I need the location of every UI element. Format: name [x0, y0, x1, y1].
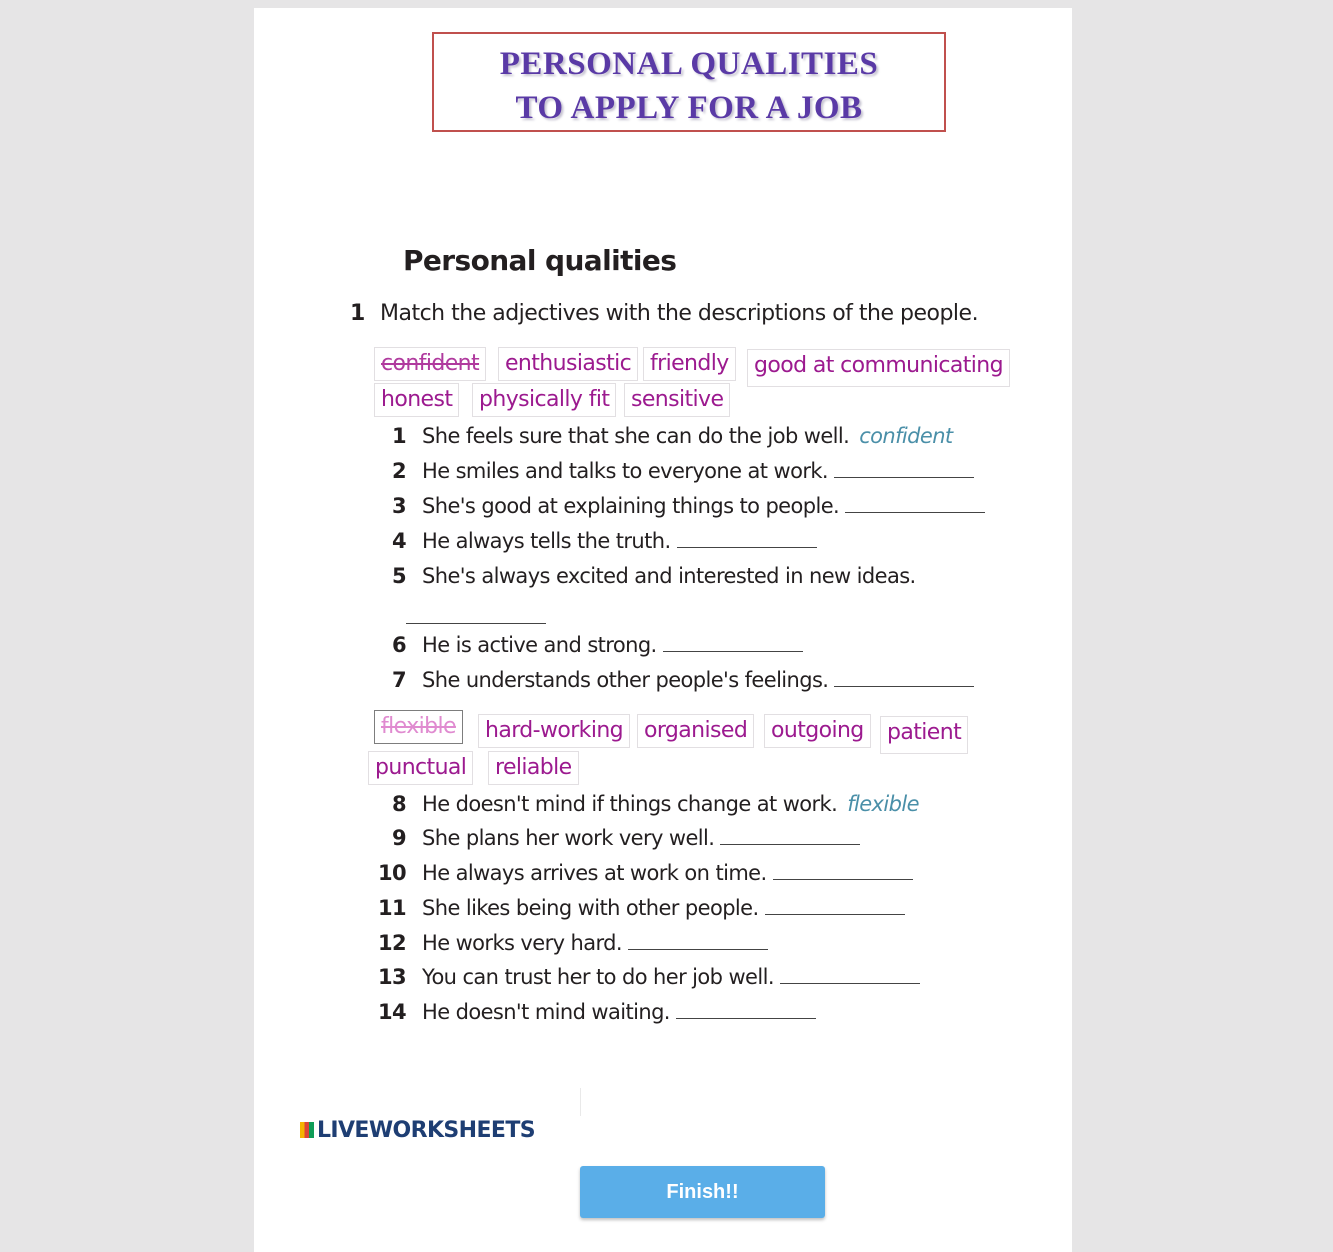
list-item: 1 She feels sure that she can do the job …: [370, 424, 953, 454]
item-text: He doesn't mind if things change at work…: [422, 792, 838, 816]
item-text: He is active and strong.: [422, 633, 657, 657]
list-item: 3 She's good at explaining things to peop…: [370, 494, 986, 524]
answer-blank[interactable]: [406, 622, 546, 624]
instruction-number: 1: [350, 301, 365, 326]
logo-icon: [300, 1122, 314, 1138]
answer-blank[interactable]: [834, 685, 975, 687]
word-chip[interactable]: reliable: [488, 751, 579, 785]
section-heading: Personal qualities: [403, 244, 677, 277]
item-text: She plans her work very well.: [422, 826, 715, 850]
list-item: 13 You can trust her to do her job well.: [370, 965, 920, 995]
word-chip[interactable]: physically fit: [472, 383, 617, 417]
list-item: 2 He smiles and talks to everyone at work…: [370, 459, 974, 489]
item-text: He doesn't mind waiting.: [422, 1000, 670, 1024]
item-number: 8: [391, 792, 407, 816]
item-number: 2: [391, 459, 407, 483]
item-text: He works very hard.: [422, 931, 623, 955]
logo-text: LIVEWORKSHEETS: [317, 1118, 536, 1143]
item-text: He always tells the truth.: [422, 529, 671, 553]
item-number: 9: [391, 826, 407, 850]
title-line-1: PERSONAL QUALITIES: [499, 46, 879, 82]
list-item: 14 He doesn't mind waiting.: [370, 1000, 816, 1030]
divider: [580, 1088, 581, 1116]
list-item: 4 He always tells the truth.: [370, 529, 817, 559]
item-number: 13: [377, 965, 407, 989]
item-number: 10: [377, 861, 407, 885]
item-text: She's good at explaining things to peopl…: [422, 494, 840, 518]
answer-blank[interactable]: [772, 878, 913, 880]
item-number: 11: [377, 896, 407, 920]
item-number: 7: [391, 668, 407, 692]
item-number: 14: [377, 1000, 407, 1024]
list-item: 11 She likes being with other people.: [370, 896, 905, 926]
item-number: 5: [391, 564, 407, 588]
item-answer: flexible: [847, 792, 919, 816]
item-number: 3: [391, 494, 407, 518]
word-chip[interactable]: confident: [374, 347, 487, 381]
answer-blank[interactable]: [675, 1017, 816, 1019]
title-box: PERSONAL QUALITIES TO APPLY FOR A JOB: [432, 32, 946, 132]
word-chip[interactable]: hard-working: [478, 714, 631, 748]
answer-blank[interactable]: [720, 843, 861, 845]
item-number: 4: [391, 529, 407, 553]
list-item: 9 She plans her work very well.: [370, 826, 861, 856]
item-text: You can trust her to do her job well.: [422, 965, 775, 989]
word-chip[interactable]: outgoing: [764, 714, 871, 748]
word-chip[interactable]: punctual: [368, 751, 474, 785]
word-chip[interactable]: good at communicating: [747, 349, 1010, 387]
item-text: She understands other people's feelings.: [422, 668, 829, 692]
answer-blank[interactable]: [834, 476, 974, 478]
list-item: 12 He works very hard.: [370, 931, 768, 961]
item-number: 1: [391, 424, 407, 448]
word-chip[interactable]: flexible: [374, 710, 463, 744]
word-chip[interactable]: honest: [374, 383, 460, 417]
word-chip[interactable]: sensitive: [624, 383, 731, 417]
worksheet-page: PERSONAL QUALITIES TO APPLY FOR A JOB Pe…: [254, 8, 1072, 1252]
item-text: She's always excited and interested in n…: [422, 564, 916, 588]
word-chip[interactable]: patient: [880, 716, 969, 754]
answer-blank[interactable]: [779, 982, 920, 984]
title-line-2: TO APPLY FOR A JOB: [515, 90, 863, 126]
item-text: She feels sure that she can do the job w…: [422, 424, 850, 448]
list-item: 10 He always arrives at work on time.: [370, 861, 913, 891]
answer-blank[interactable]: [627, 948, 768, 950]
list-item: 5 She's always excited and interested in …: [370, 564, 916, 594]
list-item: 8 He doesn't mind if things change at wor…: [370, 792, 920, 822]
instruction: 1 Match the adjectives with the descripti…: [350, 301, 979, 326]
answer-blank[interactable]: [662, 650, 803, 652]
finish-button[interactable]: Finish!!: [580, 1166, 825, 1218]
item-text: He always arrives at work on time.: [422, 861, 767, 885]
word-chip[interactable]: friendly: [643, 347, 736, 381]
answer-blank[interactable]: [845, 511, 986, 513]
instruction-text: Match the adjectives with the descriptio…: [380, 301, 979, 326]
item-number: 12: [377, 931, 407, 955]
item-answer: confident: [859, 424, 953, 448]
liveworksheets-logo[interactable]: LIVEWORKSHEETS: [300, 1118, 536, 1143]
item-text: She likes being with other people.: [422, 896, 759, 920]
word-chip[interactable]: enthusiastic: [498, 347, 639, 381]
list-item: 7 She understands other people's feelings…: [370, 668, 975, 698]
word-chip[interactable]: organised: [637, 714, 755, 748]
item-text: He smiles and talks to everyone at work.: [422, 459, 829, 483]
item-number: 6: [391, 633, 407, 657]
answer-blank[interactable]: [676, 546, 817, 548]
list-item: 6 He is active and strong.: [370, 633, 803, 663]
answer-blank[interactable]: [764, 913, 905, 915]
